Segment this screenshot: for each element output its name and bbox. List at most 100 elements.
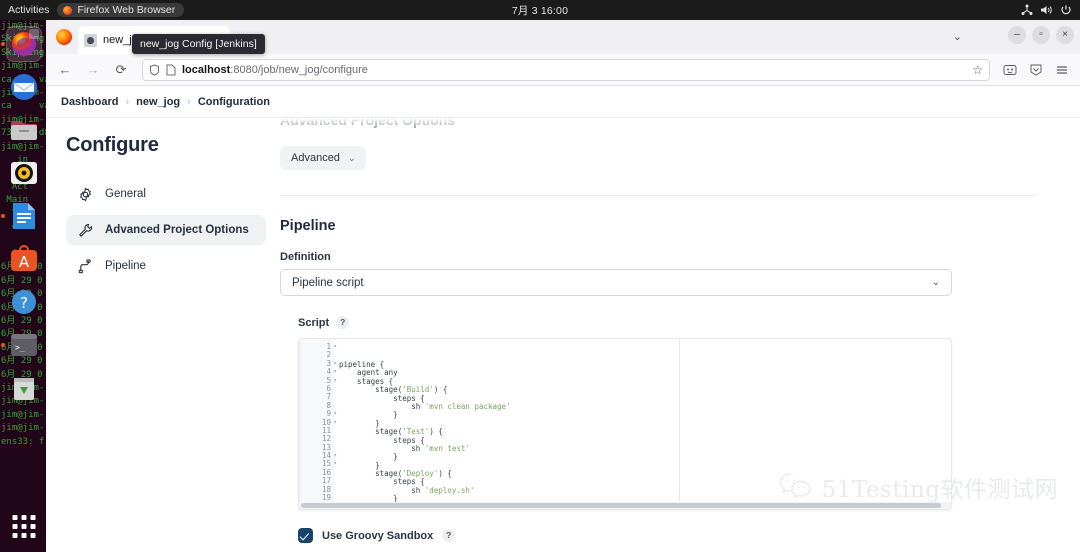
grid-dot — [30, 515, 36, 520]
maximize-button[interactable]: ▫ — [1032, 26, 1050, 44]
code-line: } — [335, 453, 951, 461]
definition-selected-value: Pipeline script — [292, 276, 364, 289]
gear-icon — [80, 187, 91, 201]
shield-icon[interactable] — [149, 63, 160, 76]
script-block: Script ? 1 ▾ 2 3 ▾ 4 ▾ 5 ▾ 6 7 8 9 ▾ 10 ▾ 11 12 13 14 ▾ 15 ▾ 16… — [280, 316, 1036, 510]
code-string: 'mvn test' — [424, 443, 470, 453]
dock-item-libreoffice-writer[interactable] — [6, 198, 42, 234]
code-text: ) { — [433, 385, 448, 395]
code-line: stage('Test') { — [335, 427, 951, 437]
rhythmbox-icon — [11, 162, 37, 184]
sidebar-item-label: General — [105, 188, 146, 200]
dock-item-thunderbird[interactable] — [6, 69, 42, 105]
jenkins-page: Dashboard › new_jog › Configuration Conf… — [46, 86, 1080, 552]
dock-item-firefox[interactable] — [6, 26, 42, 62]
dock-item-files[interactable] — [6, 112, 42, 148]
grid-dot — [30, 524, 36, 529]
sidebar-item-pipeline[interactable]: Pipeline — [66, 251, 266, 281]
script-header: Script ? — [280, 316, 1036, 329]
sidebar-item-advanced-project-options[interactable]: Advanced Project Options — [66, 215, 266, 245]
help-icon: ? — [12, 290, 36, 314]
navigation-toolbar: ← → ⟳ localhost:8080/job/new_jog/configu… — [46, 54, 1080, 86]
code-string: 'mvn clean package' — [424, 401, 511, 411]
page-title: Configure — [66, 134, 159, 156]
url-path: :8080/job/new_jog/configure — [230, 63, 368, 76]
breadcrumb-separator: › — [187, 96, 191, 108]
configure-sidebar: Configure General Advanced Project Optio… — [46, 118, 280, 552]
dock-item-trash[interactable] — [6, 370, 42, 406]
definition-label: Definition — [280, 251, 331, 263]
pipeline-section-title: Pipeline — [280, 218, 336, 234]
dock-item-ubuntu-software[interactable]: A — [6, 241, 42, 277]
code-line: agent any — [335, 369, 951, 377]
code-line: sh 'mvn test' — [335, 443, 951, 453]
files-icon — [11, 121, 37, 140]
code-line: } — [335, 411, 951, 419]
reload-button[interactable]: ⟳ — [110, 62, 132, 78]
advanced-toggle-button[interactable]: Advanced ⌄ — [280, 146, 367, 170]
page-info-icon[interactable] — [166, 64, 176, 76]
trash-icon — [14, 378, 34, 400]
account-icon[interactable] — [1000, 63, 1020, 77]
definition-select[interactable]: Pipeline script ⌄ — [280, 269, 952, 296]
breadcrumb-item-new_jog[interactable]: new_jog — [136, 96, 180, 108]
configure-main-panel: Advanced Project Options Advanced ⌄ Pipe… — [280, 118, 1080, 552]
help-icon[interactable]: ? — [336, 316, 350, 329]
firefox-window: new_jog Config [Jenkins × + ⌄ – ▫ × new_… — [46, 20, 1080, 552]
use-groovy-sandbox-checkbox[interactable] — [298, 528, 313, 543]
power-icon — [1061, 5, 1071, 15]
firefox-logo-icon — [56, 29, 72, 45]
breadcrumb: Dashboard › new_jog › Configuration — [46, 86, 1080, 118]
app-menu-icon[interactable] — [1052, 63, 1072, 77]
volume-icon — [1041, 6, 1052, 14]
dock-item-rhythmbox[interactable] — [6, 155, 42, 191]
wrench-icon — [79, 223, 93, 237]
grid-dot — [12, 533, 18, 538]
clock[interactable]: 7月 3 16:00 — [0, 3, 1080, 18]
code-line: pipeline { — [335, 360, 951, 369]
bookmark-star-icon[interactable]: ☆ — [972, 63, 983, 77]
grid-dot — [21, 524, 27, 529]
window-controls[interactable]: – ▫ × — [1008, 26, 1074, 44]
code-line: sh 'deploy.sh' — [335, 486, 951, 495]
breadcrumb-item-configuration[interactable]: Configuration — [198, 96, 270, 108]
list-all-tabs-icon[interactable]: ⌄ — [953, 30, 962, 43]
url-bar[interactable]: localhost:8080/job/new_jog/configure ☆ — [142, 58, 990, 81]
dock-item-terminal[interactable]: >_ — [6, 327, 42, 363]
editor-horizontal-scrollbar[interactable] — [299, 502, 951, 509]
script-editor[interactable]: 1 ▾ 2 3 ▾ 4 ▾ 5 ▾ 6 7 8 9 ▾ 10 ▾ 11 12 13 14 ▾ 15 ▾ 16 17 18 19 pi… — [298, 338, 952, 510]
terminal-icon: >_ — [11, 334, 37, 356]
script-label: Script — [298, 316, 330, 329]
pipeline-icon — [78, 258, 91, 273]
save-to-pocket-icon[interactable] — [1026, 63, 1046, 77]
close-window-button[interactable]: × — [1056, 26, 1074, 44]
thunderbird-icon — [11, 74, 37, 100]
dock-item-help[interactable]: ? — [6, 284, 42, 320]
chevron-down-icon: ⌄ — [931, 277, 940, 288]
minimize-button[interactable]: – — [1008, 26, 1026, 44]
scrollbar-thumb[interactable] — [301, 503, 941, 508]
use-groovy-sandbox-row[interactable]: Use Groovy Sandbox ? — [298, 528, 1036, 543]
libreoffice-writer-icon — [13, 203, 35, 229]
advanced-toggle-label: Advanced — [291, 152, 340, 164]
code-line: stage('Build') { — [335, 385, 951, 395]
system-tray[interactable] — [1021, 4, 1072, 16]
code-line: sh 'mvn clean package' — [335, 401, 951, 411]
network-icon — [1021, 4, 1033, 15]
back-button[interactable]: ← — [54, 62, 76, 77]
page-content: Configure General Advanced Project Optio… — [46, 118, 1080, 552]
breadcrumb-item-dashboard[interactable]: Dashboard — [61, 96, 118, 108]
editor-code-area[interactable]: pipeline { agent any stages { stage('Bui… — [335, 339, 951, 509]
advanced-project-options-heading-wrap: Advanced Project Options — [280, 118, 1036, 134]
ubuntu-software-icon: A — [11, 245, 37, 271]
help-icon[interactable]: ? — [442, 529, 456, 542]
show-applications-button[interactable] — [12, 515, 36, 538]
firefox-icon — [12, 32, 36, 56]
sidebar-item-label: Advanced Project Options — [105, 224, 249, 236]
gnome-dock[interactable]: A ? >_ — [0, 20, 48, 552]
tab-tooltip: new_jog Config [Jenkins] — [132, 34, 265, 54]
grid-dot — [21, 533, 27, 538]
jenkins-favicon-icon — [84, 33, 97, 47]
code-text: ) { — [429, 427, 443, 437]
sidebar-item-general[interactable]: General — [66, 179, 266, 209]
